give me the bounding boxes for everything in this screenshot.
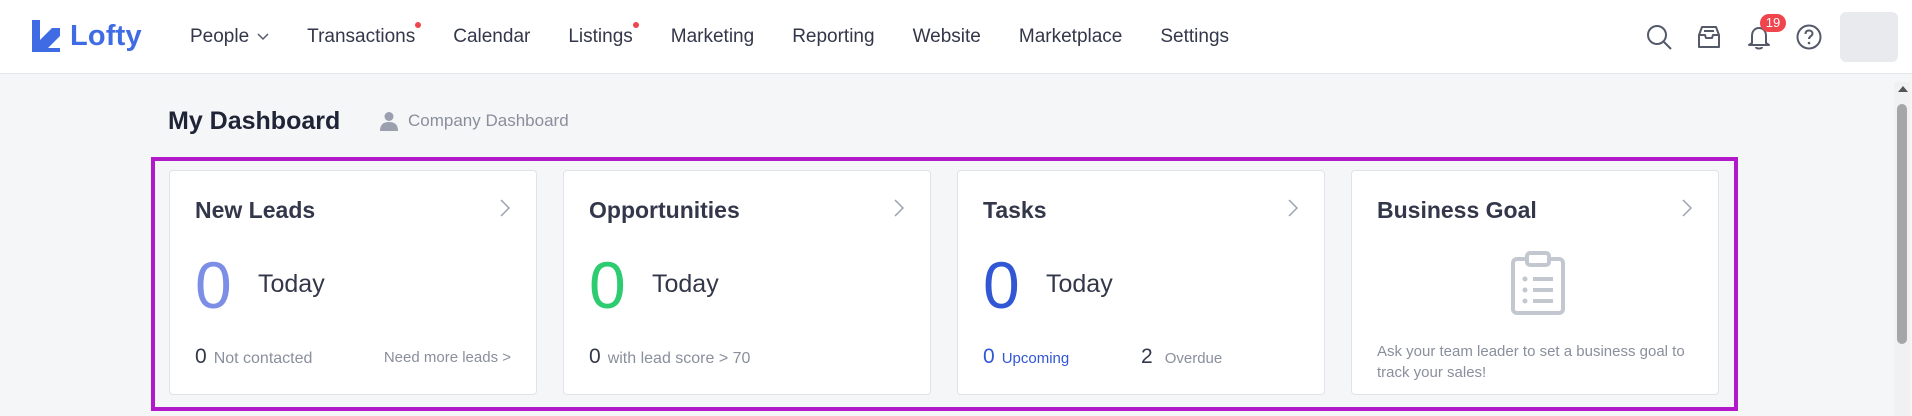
nav-item-label: Calendar (453, 26, 531, 47)
nav-item-settings[interactable]: Settings (1160, 26, 1229, 48)
upcoming-label: Upcoming (1001, 350, 1070, 367)
scroll-thumb[interactable] (1897, 104, 1907, 344)
header-actions: 19 (1624, 12, 1898, 62)
need-more-leads-link[interactable]: Need more leads > (384, 349, 511, 366)
help-icon (1796, 24, 1822, 50)
company-dashboard-label: Company Dashboard (408, 111, 569, 130)
notification-dot (632, 22, 639, 28)
lead-score-label: with lead score > 70 (607, 350, 751, 367)
page-title: My Dashboard (168, 107, 341, 135)
not-contacted-count: 0 (195, 345, 207, 368)
overdue-label: Overdue (1164, 350, 1223, 367)
nav-item-label: Reporting (792, 26, 875, 47)
search-icon (1647, 25, 1672, 50)
business-goal-card[interactable]: Business Goal Ask your team leader to se… (1351, 170, 1719, 395)
nav-item-label: Marketing (670, 26, 755, 47)
chevron-right-icon (1682, 199, 1692, 217)
upcoming-stat[interactable]: 0 Upcoming (983, 345, 1069, 369)
new-leads-card[interactable]: New Leads 0 Today 0 Not contacted Need m… (169, 170, 537, 395)
notification-dot (415, 22, 422, 28)
card-title: Business Goal (1377, 197, 1537, 223)
inbox-button[interactable] (1694, 22, 1724, 52)
not-contacted-stat: 0 Not contacted (195, 345, 312, 369)
avatar[interactable] (1840, 12, 1898, 62)
not-contacted-label: Not contacted (213, 350, 313, 367)
nav-item-listings[interactable]: Listings (568, 22, 639, 48)
help-button[interactable] (1794, 22, 1824, 52)
lofty-logo[interactable]: Lofty (30, 18, 142, 54)
nav-item-label: Listings (568, 26, 633, 47)
chevron-right-icon (500, 199, 510, 217)
vertical-scrollbar[interactable] (1894, 82, 1910, 416)
tasks-card[interactable]: Tasks 0 Today 0 Upcoming 2 Overdue (957, 170, 1325, 395)
main-nav: People Transactions Calendar Listings Ma… (190, 0, 1267, 74)
notifications-button[interactable]: 19 (1744, 14, 1786, 52)
period-label: Today (1046, 270, 1113, 298)
upcoming-count: 0 (983, 345, 995, 368)
notification-count-badge: 19 (1760, 14, 1786, 32)
inbox-icon (1698, 26, 1720, 48)
person-icon (380, 112, 398, 131)
logo-text: Lofty (70, 19, 142, 52)
overdue-stat[interactable]: 2 Overdue (1141, 345, 1222, 369)
nav-item-website[interactable]: Website (913, 26, 981, 48)
lofty-logo-icon (32, 20, 60, 52)
nav-item-label: Settings (1160, 26, 1230, 47)
lead-score-count: 0 (589, 345, 601, 368)
new-leads-count: 0 (195, 248, 232, 322)
card-title: Opportunities (589, 197, 740, 223)
nav-item-label: Website (912, 26, 981, 47)
card-title: New Leads (195, 197, 316, 223)
nav-item-label: People (190, 26, 250, 47)
card-title: Tasks (983, 197, 1047, 223)
nav-item-calendar[interactable]: Calendar (453, 26, 530, 48)
nav-item-transactions[interactable]: Transactions (307, 22, 422, 48)
nav-item-label: Marketplace (1018, 26, 1123, 47)
nav-item-marketplace[interactable]: Marketplace (1019, 26, 1123, 48)
company-dashboard-link[interactable]: Company Dashboard (380, 111, 569, 131)
period-label: Today (258, 270, 325, 298)
scroll-up-arrow-icon[interactable] (1898, 86, 1908, 92)
chevron-right-icon (1288, 199, 1298, 217)
nav-item-reporting[interactable]: Reporting (792, 26, 874, 48)
nav-item-people[interactable]: People (190, 26, 269, 48)
nav-item-label: Transactions (307, 26, 416, 47)
business-goal-message: Ask your team leader to set a business g… (1377, 343, 1685, 381)
search-button[interactable] (1644, 22, 1674, 52)
clipboard-icon (1511, 251, 1565, 315)
tasks-count: 0 (983, 248, 1020, 322)
opportunities-count: 0 (589, 248, 626, 322)
nav-item-marketing[interactable]: Marketing (671, 26, 754, 48)
period-label: Today (652, 270, 719, 298)
overdue-count: 2 (1141, 345, 1153, 368)
chevron-down-icon (257, 33, 269, 41)
opportunities-card[interactable]: Opportunities 0 Today 0 with lead score … (563, 170, 931, 395)
chevron-right-icon (894, 199, 904, 217)
top-nav-bar: Lofty People Transactions Calendar Listi… (0, 0, 1912, 74)
lead-score-stat: 0 with lead score > 70 (589, 345, 750, 369)
